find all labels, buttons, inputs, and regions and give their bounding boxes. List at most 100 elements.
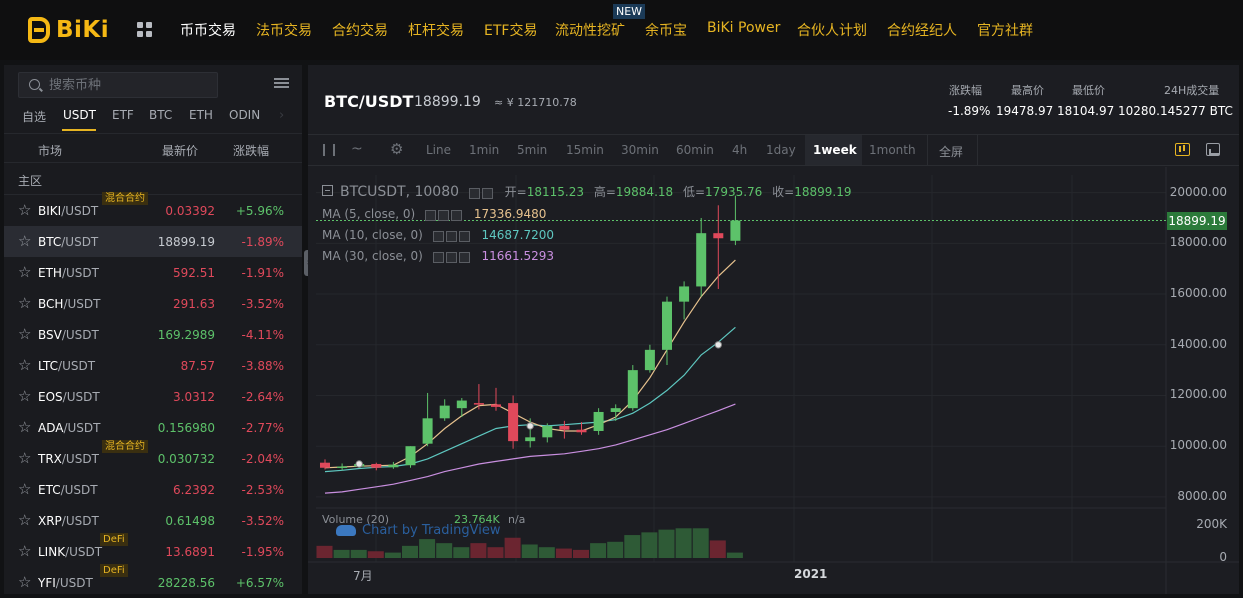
row-change: +6.57% [235, 576, 284, 590]
volume-bar [402, 545, 418, 558]
market-row-yfi[interactable]: ☆ YFI/USDT DeFi 28228.56 +6.57% [4, 564, 302, 598]
nav-liquidity-mining[interactable]: 流动性挖矿 [555, 20, 625, 40]
open-label: 开= [504, 185, 527, 199]
nav-margin-trading[interactable]: 杠杆交易 [408, 20, 464, 40]
ma5-label: MA (5, close, 0) [322, 207, 416, 221]
stat-high-value: 19478.97 [996, 104, 1054, 118]
collapse-legend-icon[interactable] [322, 185, 333, 196]
favorite-star-icon[interactable]: ☆ [18, 263, 31, 281]
favorite-star-icon[interactable]: ☆ [18, 480, 31, 498]
row-change: -3.52% [241, 514, 284, 528]
price-tick: 18000.00 [1169, 235, 1227, 250]
nav-fiat-trading[interactable]: 法币交易 [256, 20, 312, 40]
favorite-star-icon[interactable]: ☆ [18, 542, 31, 560]
market-row-bsv[interactable]: ☆ BSV/USDT 169.2989 -4.11% [4, 319, 302, 350]
candle-body [627, 370, 638, 409]
header-price[interactable]: 最新价 [162, 142, 198, 159]
market-row-biki[interactable]: ☆ BIKI/USDT 混合合约 0.03392 +5.96% [4, 192, 302, 226]
ma30-controls-icon[interactable] [432, 250, 472, 264]
nav-etf-trading[interactable]: ETF交易 [484, 20, 537, 40]
pair-base: BSV [38, 328, 62, 342]
interval-4h[interactable]: 4h [732, 143, 747, 157]
tab-odin[interactable]: ODIN [229, 108, 260, 122]
tab-eth[interactable]: ETH [189, 108, 213, 122]
line-style-icon[interactable]: ~ [351, 141, 363, 157]
biki-logo-icon [28, 17, 50, 43]
tab-favorites[interactable]: 自选 [22, 108, 46, 125]
tab-scroll-right-icon[interactable]: › [279, 108, 284, 123]
interval-30min[interactable]: 30min [621, 143, 659, 157]
market-row-btc[interactable]: ☆ BTC/USDT 18899.19 -1.89% [4, 226, 302, 257]
favorite-star-icon[interactable]: ☆ [18, 418, 31, 436]
tab-btc[interactable]: BTC [149, 108, 172, 122]
interval-1min[interactable]: 1min [469, 143, 499, 157]
interval-line[interactable]: Line [426, 143, 451, 157]
legend-controls-icon[interactable] [468, 186, 495, 200]
interval-5min[interactable]: 5min [517, 143, 547, 157]
favorite-star-icon[interactable]: ☆ [18, 232, 31, 250]
nav-savings[interactable]: 余币宝 [645, 20, 687, 40]
favorite-star-icon[interactable]: ☆ [18, 449, 31, 467]
tab-usdt[interactable]: USDT [63, 108, 96, 122]
candle-body [439, 405, 450, 419]
candlestick-chart[interactable]: BTCUSDT, 10080 开=18115.23 高=19884.18 低=1… [308, 167, 1239, 594]
candle-body [388, 464, 399, 468]
favorite-star-icon[interactable]: ☆ [18, 387, 31, 405]
interval-1month[interactable]: 1month [869, 143, 916, 157]
favorite-star-icon[interactable]: ☆ [18, 511, 31, 529]
interval-60min[interactable]: 60min [676, 143, 714, 157]
market-row-link[interactable]: ☆ LINK/USDT DeFi 13.6891 -1.95% [4, 533, 302, 567]
interval-15min[interactable]: 15min [566, 143, 604, 157]
apps-grid-icon[interactable] [137, 22, 152, 37]
ma10-controls-icon[interactable] [432, 229, 472, 243]
pair-name: BTC/USDT [38, 235, 98, 249]
market-row-bch[interactable]: ☆ BCH/USDT 291.63 -3.52% [4, 288, 302, 319]
high-value: 19884.18 [615, 185, 674, 199]
fullscreen-button[interactable]: 全屏 [939, 143, 963, 160]
nav-contract-broker[interactable]: 合约经纪人 [887, 20, 957, 40]
pair-base: LTC [38, 359, 59, 373]
favorite-star-icon[interactable]: ☆ [18, 201, 31, 219]
interval-1week[interactable]: 1week [813, 143, 857, 157]
market-row-eos[interactable]: ☆ EOS/USDT 3.0312 -2.64% [4, 381, 302, 412]
nav-official-community[interactable]: 官方社群 [977, 20, 1033, 40]
favorite-star-icon[interactable]: ☆ [18, 356, 31, 374]
header-change[interactable]: 涨跌幅 [233, 142, 269, 159]
tab-etf[interactable]: ETF [112, 108, 134, 122]
favorite-star-icon[interactable]: ☆ [18, 573, 31, 591]
ma5-controls-icon[interactable] [425, 208, 464, 222]
biki-logo[interactable]: BiKi [28, 14, 109, 46]
volume-bar [436, 543, 453, 558]
candle-style-icon[interactable] [323, 144, 335, 156]
header-market[interactable]: 市场 [38, 142, 62, 159]
pair-base: BIKI [38, 204, 62, 218]
chart-type-icon[interactable] [1206, 143, 1220, 156]
list-view-icon[interactable] [274, 78, 289, 89]
price-tick: 8000.00 [1177, 488, 1227, 503]
settings-gear-icon[interactable]: ⚙ [390, 140, 403, 158]
row-price: 18899.19 [157, 235, 215, 249]
market-row-etc[interactable]: ☆ ETC/USDT 6.2392 -2.53% [4, 474, 302, 505]
pair-quote: /USDT [61, 235, 99, 249]
nav-contract-trading[interactable]: 合约交易 [332, 20, 388, 40]
market-row-xrp[interactable]: ☆ XRP/USDT 0.61498 -3.52% [4, 505, 302, 536]
ma30-line [324, 403, 736, 494]
row-change: -4.11% [241, 328, 284, 342]
indicators-icon[interactable] [1175, 143, 1190, 156]
row-price: 0.61498 [165, 514, 215, 528]
market-row-ada[interactable]: ☆ ADA/USDT 0.156980 -2.77% [4, 412, 302, 443]
nav-spot-trading[interactable]: 币币交易 [180, 20, 236, 40]
pair-base: XRP [38, 514, 62, 528]
row-change: -2.77% [241, 421, 284, 435]
favorite-star-icon[interactable]: ☆ [18, 294, 31, 312]
nav-partner-program[interactable]: 合伙人计划 [797, 20, 867, 40]
market-row-trx[interactable]: ☆ TRX/USDT 混合合约 0.030732 -2.04% [4, 440, 302, 474]
favorite-star-icon[interactable]: ☆ [18, 325, 31, 343]
price-tick: 16000.00 [1169, 286, 1227, 301]
market-row-eth[interactable]: ☆ ETH/USDT 592.51 -1.91% [4, 257, 302, 288]
search-input[interactable] [49, 75, 209, 95]
interval-1day[interactable]: 1day [766, 143, 796, 157]
nav-biki-power[interactable]: BiKi Power [707, 20, 780, 36]
market-row-ltc[interactable]: ☆ LTC/USDT 87.57 -3.88% [4, 350, 302, 381]
pair-quote: /USDT [61, 204, 99, 218]
